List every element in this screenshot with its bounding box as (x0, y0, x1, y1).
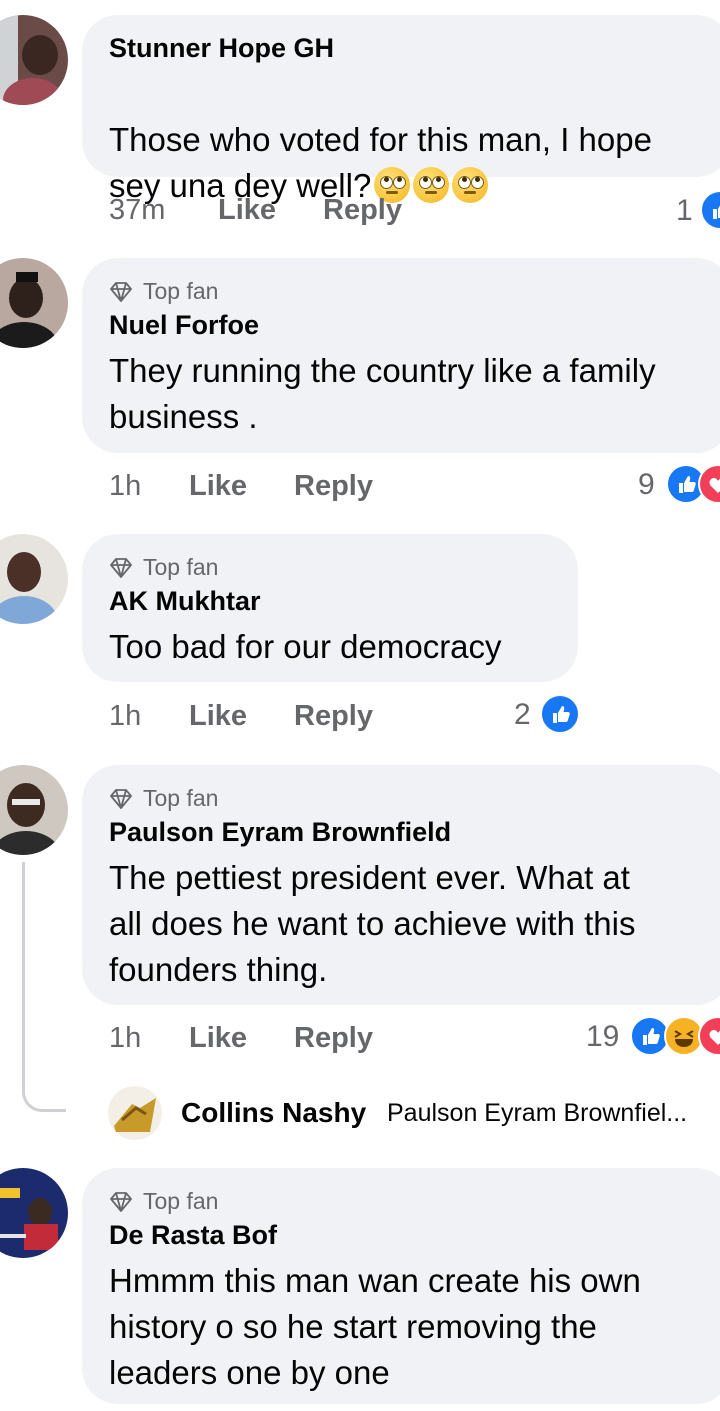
comment-body: The pettiest president ever. What at all… (109, 859, 636, 988)
top-fan-label: Top fan (143, 278, 219, 304)
like-reaction-icon (700, 190, 720, 230)
comment-body: Too bad for our democracy (109, 628, 502, 665)
commenter-name[interactable]: AK Mukhtar (109, 586, 261, 617)
comment-bubble: Stunner Hope GH Those who voted for this… (82, 15, 720, 204)
like-button[interactable]: Like (189, 470, 247, 503)
avatar[interactable] (0, 765, 68, 855)
like-button[interactable]: Like (218, 194, 276, 227)
comment-timestamp[interactable]: 1h (109, 1022, 141, 1055)
top-fan-badge: Top fan (109, 278, 218, 305)
comment-text: Those who voted for this man, I hope sey… (109, 71, 652, 209)
comment-timestamp[interactable]: 37m (109, 194, 165, 227)
commenter-name[interactable]: Nuel Forfoe (109, 310, 259, 341)
like-button[interactable]: Like (189, 1022, 247, 1055)
comment-bubble: Top fan De Rasta Bof Hmmm this man wan c… (82, 1168, 720, 1404)
like-reaction-icon (540, 694, 580, 734)
reaction-count[interactable]: 1 (676, 194, 693, 228)
top-fan-label: Top fan (143, 554, 219, 580)
top-fan-badge: Top fan (109, 785, 218, 812)
diamond-icon (110, 788, 132, 809)
avatar[interactable] (0, 258, 68, 348)
reaction-count[interactable]: 19 (586, 1020, 619, 1054)
comment-timestamp[interactable]: 1h (109, 700, 141, 733)
commenter-name[interactable]: De Rasta Bof (109, 1220, 277, 1251)
commenter-name[interactable]: Paulson Eyram Brownfield (109, 817, 451, 848)
diamond-icon (110, 1191, 132, 1212)
love-reaction-icon (698, 464, 720, 504)
top-fan-badge: Top fan (109, 1188, 218, 1215)
reply-button[interactable]: Reply (294, 1022, 373, 1055)
reply-button[interactable]: Reply (294, 470, 373, 503)
reply-button[interactable]: Reply (323, 194, 402, 227)
avatar[interactable] (0, 15, 68, 105)
comment-body: They running the country like a family b… (109, 352, 656, 435)
comment-body: Hmmm this man wan create his own history… (109, 1262, 641, 1391)
commenter-name[interactable]: Stunner Hope GH (109, 33, 334, 64)
reaction-count[interactable]: 2 (514, 698, 531, 732)
top-fan-label: Top fan (143, 1188, 219, 1214)
reply-snippet: Paulson Eyram Brownfiel... (387, 1099, 688, 1127)
avatar[interactable] (108, 1086, 162, 1140)
reply-thread-line (22, 862, 66, 1112)
reply-author-name[interactable]: Collins Nashy (181, 1097, 366, 1129)
reaction-count[interactable]: 9 (638, 468, 655, 502)
avatar[interactable] (0, 1168, 68, 1258)
comment-bubble: Top fan Nuel Forfoe They running the cou… (82, 258, 720, 453)
diamond-icon (110, 557, 132, 578)
rolling-eyes-emoji-icon (452, 167, 489, 203)
love-reaction-icon (698, 1016, 720, 1056)
comment-bubble: Top fan Paulson Eyram Brownfield The pet… (82, 765, 720, 1005)
comment-bubble: Top fan AK Mukhtar Too bad for our democ… (82, 534, 578, 682)
like-button[interactable]: Like (189, 700, 247, 733)
diamond-icon (110, 281, 132, 302)
reply-button[interactable]: Reply (294, 700, 373, 733)
rolling-eyes-emoji-icon (413, 167, 450, 203)
top-fan-badge: Top fan (109, 554, 218, 581)
avatar[interactable] (0, 534, 68, 624)
comment-timestamp[interactable]: 1h (109, 470, 141, 503)
top-fan-label: Top fan (143, 785, 219, 811)
